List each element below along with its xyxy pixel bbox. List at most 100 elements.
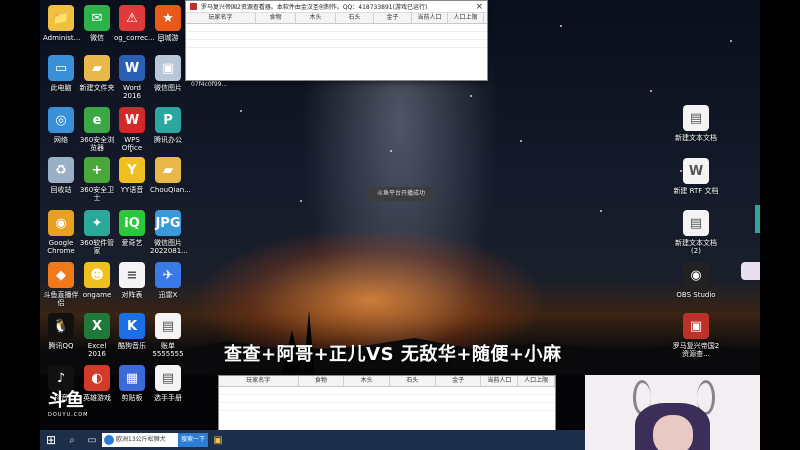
table-row[interactable] <box>186 40 487 48</box>
column-header[interactable]: 金子 <box>436 376 482 386</box>
column-header[interactable]: 人口上限 <box>518 376 556 386</box>
star <box>650 90 652 92</box>
desktop-shortcut[interactable]: ✈ 迅雷X <box>150 262 186 299</box>
desktop-shortcut[interactable]: ▰ 新建文件夹 <box>79 55 115 92</box>
iqiyi-icon: iQ <box>119 210 145 236</box>
column-header[interactable]: 石头 <box>390 376 436 386</box>
desktop-shortcut[interactable]: ★ 回城游 <box>150 5 186 42</box>
table-row[interactable] <box>219 387 555 395</box>
desktop-shortcut[interactable]: ▣ 微信图片 <box>150 55 186 92</box>
window-side-label: 07f4c0f99... <box>191 81 228 88</box>
letterbox-left <box>0 0 40 450</box>
desktop-shortcut[interactable]: P 腾讯办公 <box>150 107 186 144</box>
shortcut-label: ongame <box>82 291 112 299</box>
shortcut-label: 360安全卫士 <box>79 186 115 203</box>
desktop-shortcut[interactable]: ✉ 微信 <box>79 5 115 42</box>
ie-icon <box>104 435 114 445</box>
desktop-shortcut[interactable]: ▤ 选手手册 <box>150 365 186 402</box>
shortcut-label: 回收站 <box>50 186 72 194</box>
desktop-shortcut[interactable]: ▦ 剪贴板 <box>114 365 150 402</box>
table-row[interactable] <box>219 395 555 403</box>
window-titlebar[interactable]: 罗马复兴帝国2资源查看器。本软件由金汉圣创制作。QQ：418733891(游戏已… <box>186 1 487 13</box>
text-file-icon: ≡ <box>119 262 145 288</box>
handbook-icon: ▤ <box>155 365 181 391</box>
recycle-icon: ★ <box>155 5 181 31</box>
desktop-shortcut[interactable]: ≡ 对阵表 <box>114 262 150 299</box>
desktop-shortcut[interactable]: +360安全卫士 <box>79 157 115 202</box>
excel-icon: X <box>84 313 110 339</box>
task-view-icon[interactable]: ▭ <box>82 430 102 450</box>
column-header[interactable]: 金子 <box>374 13 412 23</box>
desktop-shortcut[interactable]: W Word 2016 <box>114 55 150 100</box>
column-header[interactable]: 当前人口 <box>481 376 519 386</box>
shortcut-label: 新建文本文档 (2) <box>675 239 717 256</box>
chrome-icon: ◉ <box>48 210 74 236</box>
desktop-shortcut[interactable]: W 新建 RTF 文档 <box>670 158 722 195</box>
letterbox-right <box>760 0 800 450</box>
desktop-shortcut[interactable]: K 酷狗音乐 <box>114 313 150 350</box>
desktop-shortcut[interactable]: ▭ 此电脑 <box>43 55 79 92</box>
desktop-shortcut[interactable]: 📁 Administ... <box>43 5 80 42</box>
shortcut-label: 剪贴板 <box>121 394 143 402</box>
column-header[interactable]: 人口上限 <box>448 13 484 23</box>
red-app-icon: ▣ <box>683 313 709 339</box>
shortcut-label: Word 2016 <box>123 84 141 101</box>
search-button[interactable]: 搜索一下 <box>178 433 208 447</box>
search-icon[interactable]: ⌕ <box>62 430 82 450</box>
yy-icon: Y <box>119 157 145 183</box>
shortcut-label: 新建文件夹 <box>79 84 115 92</box>
desktop-shortcut[interactable]: ◎ 网络 <box>43 107 79 144</box>
desktop-shortcut[interactable]: ▤ 新建文本文档 <box>670 105 722 142</box>
column-header[interactable]: 木头 <box>296 13 336 23</box>
column-header[interactable]: 木头 <box>344 376 390 386</box>
browser-search-field[interactable]: 欧洲13公斤松狮犬 <box>102 433 178 447</box>
table-row[interactable] <box>186 24 487 32</box>
windows-start-icon[interactable]: ⊞ <box>40 430 62 450</box>
shortcut-label: 斗鱼直播伴侣 <box>43 291 79 308</box>
table-row[interactable] <box>186 32 487 40</box>
desktop-shortcut[interactable]: e 360安全浏览器 <box>79 107 115 152</box>
desktop-shortcut[interactable]: ☻ ongame <box>79 262 115 299</box>
shortcut-label: 腾讯办公 <box>154 136 182 144</box>
column-header[interactable]: 当前人口 <box>412 13 448 23</box>
column-header[interactable]: 食物 <box>256 13 296 23</box>
shortcut-label: YY语音 <box>120 186 144 194</box>
desktop-shortcut[interactable]: 🐧 腾讯QQ <box>43 313 79 350</box>
network-icon: ◎ <box>48 107 74 133</box>
douyu-watermark: 斗鱼 DOUYU.COM <box>48 386 89 418</box>
column-header[interactable]: 食物 <box>299 376 345 386</box>
desktop-shortcut[interactable]: W WPS Office <box>114 107 150 152</box>
shortcut-label: 迅雷X <box>158 291 178 299</box>
desktop-shortcut[interactable]: Y YY语音 <box>114 157 150 194</box>
desktop-shortcut[interactable]: ◉ OBS Studio <box>670 262 722 299</box>
desktop-shortcut[interactable]: ▤ 新建文本文档 (2) <box>670 210 722 255</box>
star <box>600 210 602 212</box>
administrator-icon: 📁 <box>48 5 74 31</box>
table-row[interactable] <box>219 403 555 411</box>
column-header[interactable]: 玩家名字 <box>219 376 299 386</box>
shortcut-label: 微信图片 <box>154 84 182 92</box>
desktop-shortcut[interactable]: X Excel 2016 <box>79 313 115 358</box>
pinned-app-icon[interactable]: ▣ <box>208 430 228 450</box>
star <box>300 200 302 202</box>
resource-viewer-window-top[interactable]: 罗马复兴帝国2资源查看器。本软件由金汉圣创制作。QQ：418733891(游戏已… <box>185 0 488 81</box>
desktop-shortcut[interactable]: ▰ ChouQian... <box>150 157 191 194</box>
douyu-icon: ◆ <box>48 262 74 288</box>
desktop-shortcut[interactable]: ⚠ og_correc... <box>114 5 155 42</box>
search-text: 欧洲13公斤松狮犬 <box>116 436 166 443</box>
center-toast: 斗鱼平台开播成功 <box>368 187 434 201</box>
column-header[interactable]: 石头 <box>336 13 374 23</box>
desktop-shortcut[interactable]: ✦ 360软件管家 <box>79 210 115 255</box>
column-header[interactable]: 玩家名字 <box>186 13 256 23</box>
desktop-shortcut[interactable]: ◆ 斗鱼直播伴侣 <box>43 262 79 307</box>
kugou-icon: K <box>119 313 145 339</box>
desktop-shortcut[interactable]: ♻ 回收站 <box>43 157 79 194</box>
desktop-shortcut[interactable]: ◉ Google Chrome <box>43 210 79 255</box>
close-icon[interactable]: × <box>475 2 483 12</box>
desktop-shortcut[interactable]: ▣ 罗马复兴帝国2资源查... <box>670 313 722 358</box>
floating-widget[interactable] <box>741 262 760 280</box>
desktop-shortcut[interactable]: ▤ 账单 5555555 <box>150 313 186 358</box>
desktop-shortcut[interactable]: JPG 微信图片 2022081... <box>150 210 188 255</box>
streamer-avatar-cam <box>585 375 760 450</box>
desktop-shortcut[interactable]: iQ 爱奇艺 <box>114 210 150 247</box>
